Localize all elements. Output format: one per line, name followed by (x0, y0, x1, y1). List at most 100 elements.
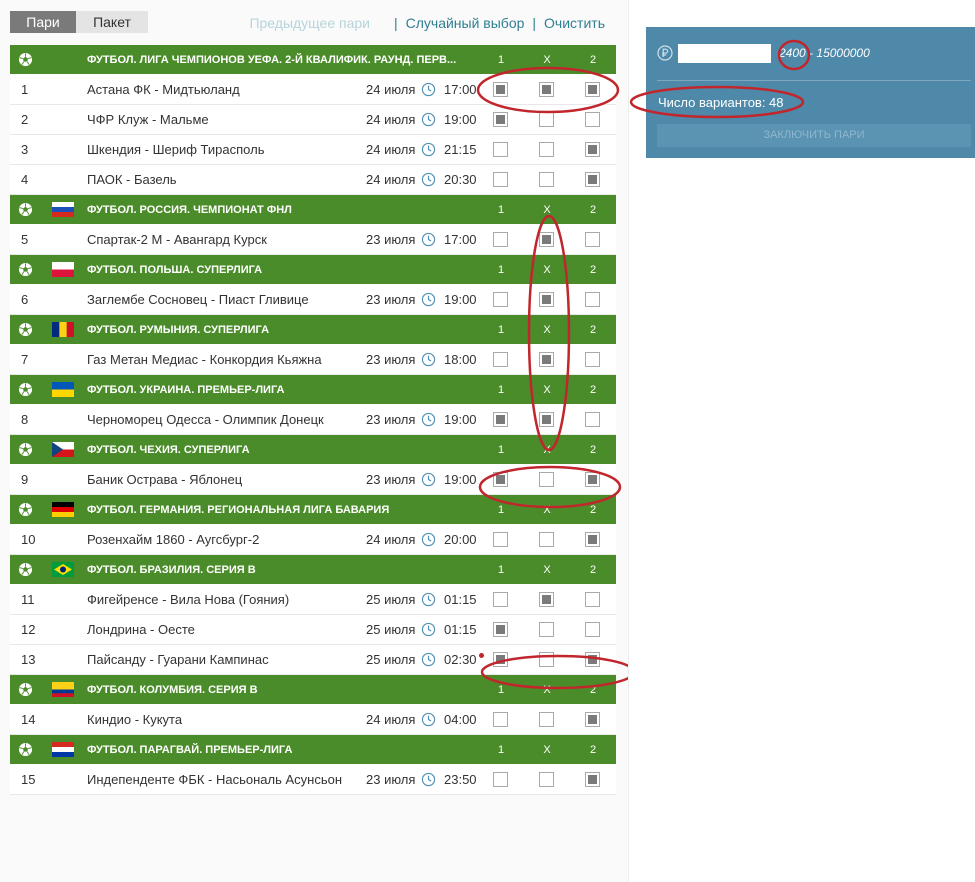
tab-single-bet[interactable]: Пари (10, 11, 76, 33)
league-header: ФУТБОЛ. УКРАИНА. ПРЕМЬЕР-ЛИГА 1 X 2 (10, 375, 616, 405)
outcome-checkbox-draw[interactable] (539, 622, 554, 637)
outcome-checkbox-away[interactable] (585, 292, 600, 307)
outcome-checkbox-home[interactable] (493, 532, 508, 547)
soccer-ball-icon (18, 202, 33, 217)
soccer-ball-icon (18, 682, 33, 697)
match-time: 23:50 (444, 772, 477, 787)
league-header: ФУТБОЛ. РУМЫНИЯ. СУПЕРЛИГА 1 X 2 (10, 315, 616, 345)
outcome-checkbox-home[interactable] (493, 592, 508, 607)
outcome-checkbox-away[interactable] (585, 592, 600, 607)
outcome-checkbox-home[interactable] (493, 232, 508, 247)
outcome-header-away: 2 (589, 744, 597, 756)
outcome-checkbox-draw[interactable] (539, 592, 554, 607)
russia-flag-icon (52, 202, 74, 217)
outcome-checkbox-draw[interactable] (539, 712, 554, 727)
outcome-checkbox-away[interactable] (585, 172, 600, 187)
outcome-checkbox-away[interactable] (585, 652, 600, 667)
outcome-checkbox-home[interactable] (493, 172, 508, 187)
outcome-header-home: 1 (497, 264, 505, 276)
top-links: Предыдущее пари | Случайный выбор | Очис… (249, 15, 605, 31)
match-date: 23 июля (366, 352, 416, 367)
outcome-checkbox-draw[interactable] (539, 772, 554, 787)
outcome-checkbox-home[interactable] (493, 472, 508, 487)
outcome-checkbox-draw[interactable] (539, 652, 554, 667)
outcome-checkbox-draw[interactable] (539, 412, 554, 427)
outcome-checkbox-draw[interactable] (539, 532, 554, 547)
clock-icon (421, 232, 436, 247)
outcome-header-away: 2 (589, 444, 597, 456)
match-date: 24 июля (366, 712, 416, 727)
outcome-checkbox-away[interactable] (585, 712, 600, 727)
outcome-checkbox-away[interactable] (585, 772, 600, 787)
outcome-checkbox-away[interactable] (585, 232, 600, 247)
outcome-checkbox-away[interactable] (585, 352, 600, 367)
outcome-checkbox-draw[interactable] (539, 472, 554, 487)
outcome-header-home: 1 (497, 324, 505, 336)
outcome-checkbox-away[interactable] (585, 412, 600, 427)
match-time: 21:15 (444, 142, 477, 157)
outcome-checkbox-draw[interactable] (539, 112, 554, 127)
outcome-checkbox-home[interactable] (493, 142, 508, 157)
colombia-flag-icon (52, 682, 74, 697)
outcome-checkbox-home[interactable] (493, 412, 508, 427)
league-header: ФУТБОЛ. БРАЗИЛИЯ. СЕРИЯ B 1 X 2 (10, 555, 616, 585)
outcome-checkbox-away[interactable] (585, 82, 600, 97)
outcome-checkbox-away[interactable] (585, 532, 600, 547)
link-separator: | (393, 15, 398, 31)
outcome-checkbox-home[interactable] (493, 292, 508, 307)
match-row: 2 ЧФР Клуж - Мальме 24 июля 19:00 (10, 105, 616, 135)
outcome-checkbox-home[interactable] (493, 712, 508, 727)
tab-package-bet[interactable]: Пакет (76, 11, 148, 33)
alert-dot (479, 653, 484, 658)
outcome-checkbox-draw[interactable] (539, 82, 554, 97)
match-teams: Шкендия - Шериф Тирасполь (87, 142, 265, 157)
league-header: ФУТБОЛ. ЛИГА ЧЕМПИОНОВ УЕФА. 2-Й КВАЛИФИ… (10, 45, 616, 75)
match-teams: Газ Метан Медиас - Конкордия Кьяжна (87, 352, 322, 367)
match-date: 24 июля (366, 112, 416, 127)
outcome-header-home: 1 (497, 744, 505, 756)
stake-min: 2400 (779, 46, 806, 60)
outcome-checkbox-home[interactable] (493, 652, 508, 667)
soccer-ball-icon (18, 502, 33, 517)
random-pick-link[interactable]: Случайный выбор (406, 15, 525, 31)
soccer-ball-icon (18, 262, 33, 277)
outcome-checkbox-draw[interactable] (539, 352, 554, 367)
match-teams: Баник Острава - Яблонец (87, 472, 243, 487)
outcome-checkbox-draw[interactable] (539, 292, 554, 307)
outcome-checkbox-home[interactable] (493, 82, 508, 97)
match-number: 9 (21, 472, 29, 487)
match-teams: Черноморец Одесса - Олимпик Донецк (87, 412, 324, 427)
match-row: 10 Розенхайм 1860 - Аугсбург-2 24 июля 20:0… (10, 525, 616, 555)
outcome-header-draw: X (543, 744, 551, 756)
match-number: 15 (21, 772, 36, 787)
outcome-checkbox-away[interactable] (585, 142, 600, 157)
league-name: ФУТБОЛ. ПОЛЬША. СУПЕРЛИГА (87, 264, 263, 276)
outcome-checkbox-away[interactable] (585, 472, 600, 487)
poland-flag-icon (52, 262, 74, 277)
outcome-checkbox-home[interactable] (493, 112, 508, 127)
stake-input[interactable] (678, 44, 771, 63)
outcome-checkbox-home[interactable] (493, 622, 508, 637)
outcome-checkbox-draw[interactable] (539, 172, 554, 187)
outcome-header-away: 2 (589, 264, 597, 276)
ukraine-flag-icon (52, 382, 74, 397)
match-row: 13 Пайсанду - Гуарани Кампинас 25 июля 02:3… (10, 645, 616, 675)
outcome-header-away: 2 (589, 54, 597, 66)
outcome-checkbox-away[interactable] (585, 112, 600, 127)
match-number: 3 (21, 142, 29, 157)
league-name: ФУТБОЛ. КОЛУМБИЯ. СЕРИЯ B (87, 684, 258, 696)
clear-link[interactable]: Очистить (544, 15, 605, 31)
match-number: 7 (21, 352, 29, 367)
outcome-checkbox-away[interactable] (585, 622, 600, 637)
outcome-checkbox-draw[interactable] (539, 232, 554, 247)
match-number: 5 (21, 232, 29, 247)
match-time: 18:00 (444, 352, 477, 367)
place-bet-button[interactable]: ЗАКЛЮЧИТЬ ПАРИ (657, 124, 971, 147)
outcome-checkbox-home[interactable] (493, 352, 508, 367)
match-number: 14 (21, 712, 36, 727)
outcome-checkbox-home[interactable] (493, 772, 508, 787)
outcome-checkbox-draw[interactable] (539, 142, 554, 157)
czech-flag-icon (52, 442, 74, 457)
match-teams: Заглембе Сосновец - Пиаст Гливице (87, 292, 309, 307)
previous-bet-link[interactable]: Предыдущее пари (249, 15, 370, 31)
